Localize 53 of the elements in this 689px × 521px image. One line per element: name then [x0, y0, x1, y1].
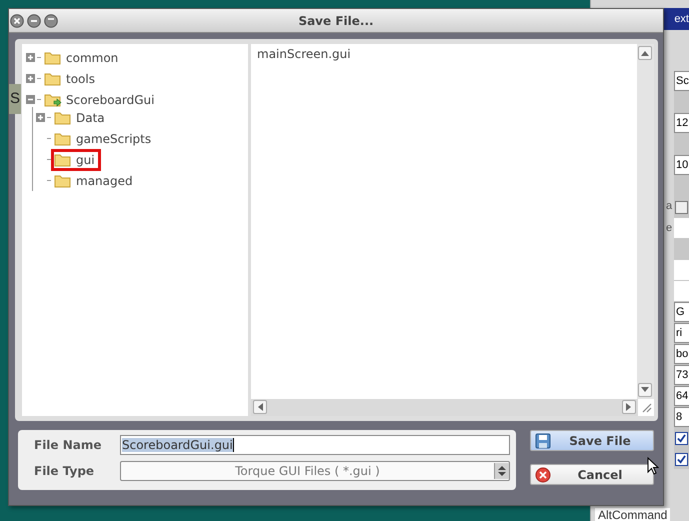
vertical-scrollbar[interactable]: [637, 44, 654, 399]
file-item[interactable]: mainScreen.gui: [255, 47, 353, 61]
property-label: AltCommand: [595, 508, 670, 521]
minimize-icon[interactable]: [27, 14, 41, 28]
property-value: bo: [674, 344, 689, 364]
property-value: ri: [674, 323, 689, 343]
property-value: Sc: [674, 71, 689, 91]
folder-icon: [44, 72, 62, 86]
folder-icon: [54, 174, 72, 188]
scroll-right-icon[interactable]: [622, 400, 636, 414]
folder-item[interactable]: managed: [51, 170, 139, 192]
mouse-pointer-icon: [647, 457, 659, 475]
folder-icon: [54, 152, 72, 166]
backdrop-letter: S: [9, 84, 22, 114]
field-label: File Name: [34, 438, 103, 452]
folder-icon: [44, 92, 62, 106]
file-type-dropdown[interactable]: Torque GUI Files ( *.gui ): [120, 461, 510, 481]
folder-item[interactable]: common: [41, 46, 124, 68]
folder-item[interactable]: tools: [41, 68, 101, 90]
cancel-button[interactable]: Cancel: [530, 464, 654, 485]
cancel-icon: [535, 466, 551, 482]
expand-toggle-icon[interactable]: [26, 74, 35, 83]
close-icon[interactable]: [10, 14, 24, 28]
property-checkbox[interactable]: [675, 200, 688, 214]
expand-toggle-icon[interactable]: [36, 113, 45, 122]
folder-icon: [54, 110, 72, 124]
property-value: 10: [674, 155, 689, 175]
property-checkbox[interactable]: [675, 452, 688, 466]
property-value: 8: [674, 407, 689, 427]
expand-toggle-icon[interactable]: [26, 95, 35, 104]
scroll-left-icon[interactable]: [253, 400, 267, 414]
property-value: 64: [674, 386, 689, 406]
window-title: Save File...: [298, 14, 374, 28]
scroll-up-icon[interactable]: [638, 46, 652, 60]
save-file-button[interactable]: Save File: [530, 430, 654, 451]
folder-icon: [54, 132, 72, 146]
property-label: a: [666, 200, 672, 212]
property-checkbox[interactable]: [675, 432, 688, 444]
folder-item[interactable]: gui: [51, 148, 101, 170]
property-label: e: [666, 222, 672, 234]
maximize-icon[interactable]: [44, 14, 58, 28]
stepper-arrows-icon: [494, 463, 509, 479]
scroll-down-icon[interactable]: [638, 383, 652, 397]
expand-toggle-icon[interactable]: [26, 53, 35, 62]
horizontal-scrollbar[interactable]: [251, 399, 638, 416]
folder-icon: [44, 50, 62, 64]
file-name-field[interactable]: ScoreboardGui.gui: [120, 435, 510, 455]
property-value: 12: [674, 113, 689, 133]
property-value: 73: [674, 365, 689, 385]
field-label: File Type: [34, 464, 96, 478]
resize-grip-icon[interactable]: [640, 401, 652, 413]
folder-item[interactable]: gameScripts: [51, 128, 158, 150]
property-value: G: [674, 302, 689, 322]
